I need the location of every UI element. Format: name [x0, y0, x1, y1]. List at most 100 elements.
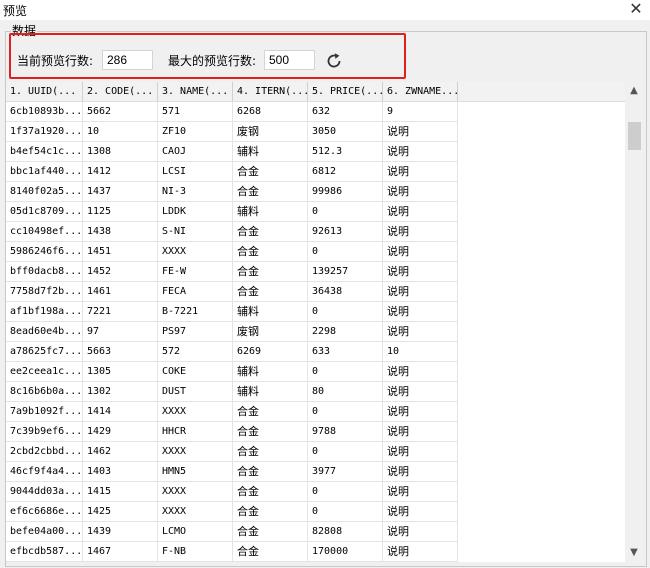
table-cell: 97 [83, 322, 158, 342]
table-cell: 6cb10893b... [6, 102, 83, 122]
table-cell: 8c16b6b0a... [6, 382, 83, 402]
table-cell: befe04a00... [6, 522, 83, 542]
table-row[interactable]: ef6c6686e... 1425 XXXX 合金 0 说明 [6, 502, 458, 522]
table-cell: 633 [308, 342, 383, 362]
table-row[interactable]: cc10498ef... 1438 S-NI 合金 92613 说明 [6, 222, 458, 242]
vertical-scrollbar[interactable]: ▲ ▼ [625, 82, 643, 562]
current-rows-field[interactable]: 286 [102, 50, 153, 70]
column-header-4[interactable]: 4. ITERN(... [233, 82, 308, 101]
table-cell: F-NB [158, 542, 233, 562]
table-row[interactable]: 8140f02a5... 1437 NI-3 合金 99986 说明 [6, 182, 458, 202]
table-row[interactable]: 7a9b1092f... 1414 XXXX 合金 0 说明 [6, 402, 458, 422]
table-cell: 5662 [83, 102, 158, 122]
table-cell: 632 [308, 102, 383, 122]
table-cell: PS97 [158, 322, 233, 342]
window-title: 预览 [3, 4, 28, 18]
table-cell: 1461 [83, 282, 158, 302]
table-cell: 说明 [383, 142, 458, 162]
table-cell: 9788 [308, 422, 383, 442]
table-cell: 46cf9f4a4... [6, 462, 83, 482]
column-header-1[interactable]: 1. UUID(... [6, 82, 83, 101]
table-cell: 说明 [383, 402, 458, 422]
table-row[interactable]: 7c39b9ef6... 1429 HHCR 合金 9788 说明 [6, 422, 458, 442]
table-cell: ef6c6686e... [6, 502, 83, 522]
table-row[interactable]: 46cf9f4a4... 1403 HMN5 合金 3977 说明 [6, 462, 458, 482]
table-cell: XXXX [158, 442, 233, 462]
max-rows-input[interactable]: 500 [264, 50, 315, 70]
table-row[interactable]: 6cb10893b... 5662 571 6268 632 9 [6, 102, 458, 122]
table-cell: 合金 [233, 522, 308, 542]
table-cell: 1302 [83, 382, 158, 402]
table-row[interactable]: 2cbd2cbbd... 1462 XXXX 合金 0 说明 [6, 442, 458, 462]
table-cell: 170000 [308, 542, 383, 562]
table-cell: af1bf198a... [6, 302, 83, 322]
table-cell: 0 [308, 202, 383, 222]
table-cell: 0 [308, 502, 383, 522]
column-header-3[interactable]: 3. NAME(... [158, 82, 233, 101]
table-cell: 2cbd2cbbd... [6, 442, 83, 462]
table-cell: 合金 [233, 162, 308, 182]
table-cell: LDDK [158, 202, 233, 222]
max-rows-label: 最大的预览行数: [168, 54, 257, 68]
table-cell: 1438 [83, 222, 158, 242]
table-cell: bbc1af440... [6, 162, 83, 182]
table-row[interactable]: 5986246f6... 1451 XXXX 合金 0 说明 [6, 242, 458, 262]
column-header-2[interactable]: 2. CODE(... [83, 82, 158, 101]
current-rows-label: 当前预览行数: [17, 54, 94, 68]
table-cell: 80 [308, 382, 383, 402]
table-row[interactable]: a78625fc7... 5663 572 6269 633 10 [6, 342, 458, 362]
table-cell: 10 [83, 122, 158, 142]
table-cell: 1452 [83, 262, 158, 282]
preview-table: 1. UUID(... 2. CODE(... 3. NAME(... 4. ITER… [6, 82, 643, 562]
column-header-5[interactable]: 5. PRICE(... [308, 82, 383, 101]
table-cell: XXXX [158, 242, 233, 262]
table-cell: 7221 [83, 302, 158, 322]
table-cell: 说明 [383, 322, 458, 342]
table-row[interactable]: 05d1c8709... 1125 LDDK 辅料 0 说明 [6, 202, 458, 222]
table-cell: 05d1c8709... [6, 202, 83, 222]
table-row[interactable]: bff0dacb8... 1452 FE-W 合金 139257 说明 [6, 262, 458, 282]
table-row[interactable]: 8c16b6b0a... 1302 DUST 辅料 80 说明 [6, 382, 458, 402]
refresh-icon[interactable] [324, 51, 344, 71]
table-cell: 说明 [383, 462, 458, 482]
close-icon[interactable]: ✕ [628, 0, 644, 18]
table-cell: 9044dd03a... [6, 482, 83, 502]
table-cell: 1467 [83, 542, 158, 562]
table-cell: 0 [308, 302, 383, 322]
scroll-down-icon[interactable]: ▼ [625, 544, 643, 562]
table-cell: 说明 [383, 282, 458, 302]
scroll-up-icon[interactable]: ▲ [625, 82, 643, 100]
table-cell: 说明 [383, 362, 458, 382]
table-cell: 82808 [308, 522, 383, 542]
table-row[interactable]: 9044dd03a... 1415 XXXX 合金 0 说明 [6, 482, 458, 502]
table-cell: 合金 [233, 402, 308, 422]
table-row[interactable]: b4ef54c1c... 1308 CAOJ 辅料 512.3 说明 [6, 142, 458, 162]
table-row[interactable]: 7758d7f2b... 1461 FECA 合金 36438 说明 [6, 282, 458, 302]
table-row[interactable]: bbc1af440... 1412 LCSI 合金 6812 说明 [6, 162, 458, 182]
table-row[interactable]: 8ead60e4b... 97 PS97 废钢 2298 说明 [6, 322, 458, 342]
table-cell: 1f37a1920... [6, 122, 83, 142]
table-cell: FE-W [158, 262, 233, 282]
table-cell: 0 [308, 442, 383, 462]
table-cell: 9 [383, 102, 458, 122]
table-cell: 说明 [383, 422, 458, 442]
table-cell: 1415 [83, 482, 158, 502]
table-cell: 合金 [233, 222, 308, 242]
table-cell: 合金 [233, 482, 308, 502]
table-row[interactable]: ee2ceea1c... 1305 COKE 辅料 0 说明 [6, 362, 458, 382]
table-cell: 99986 [308, 182, 383, 202]
table-cell: 0 [308, 242, 383, 262]
column-header-6[interactable]: 6. ZWNAME... [383, 82, 458, 101]
table-cell: 1414 [83, 402, 158, 422]
table-row[interactable]: befe04a00... 1439 LCMO 合金 82808 说明 [6, 522, 458, 542]
table-cell: 0 [308, 402, 383, 422]
table-cell: 说明 [383, 202, 458, 222]
table-row[interactable]: af1bf198a... 7221 B-7221 辅料 0 说明 [6, 302, 458, 322]
table-cell: 5663 [83, 342, 158, 362]
table-row[interactable]: 1f37a1920... 10 ZF10 废钢 3050 说明 [6, 122, 458, 142]
table-cell: 1462 [83, 442, 158, 462]
table-cell: LCMO [158, 522, 233, 542]
scroll-thumb[interactable] [628, 122, 641, 150]
table-cell: 1125 [83, 202, 158, 222]
table-row[interactable]: efbcdb587... 1467 F-NB 合金 170000 说明 [6, 542, 458, 562]
